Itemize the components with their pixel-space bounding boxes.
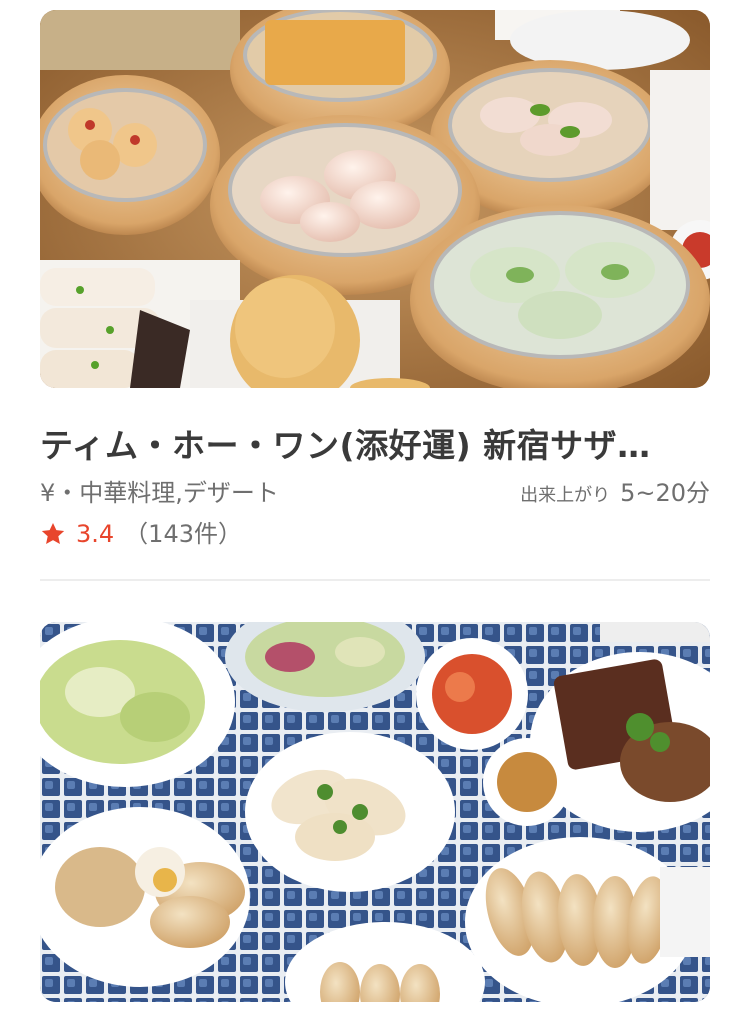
rating-value: 3.4	[76, 520, 115, 548]
restaurant-photo[interactable]	[40, 622, 710, 1002]
review-count: （143件）	[124, 520, 242, 548]
eta-label: 出来上がり	[520, 485, 611, 506]
dim-sum-photo	[40, 10, 710, 388]
star-icon	[41, 522, 65, 544]
rating-row: 3.4 （143件）	[40, 519, 710, 549]
restaurant-card[interactable]: ティム・ホー・ワン(添好運) 新宿サザ… ¥・中華料理,デザート 出来上がり 5~…	[40, 10, 710, 549]
gyoza-photo	[40, 622, 710, 1002]
restaurant-meta-row: ¥・中華料理,デザート 出来上がり 5~20分	[40, 478, 710, 508]
restaurant-card[interactable]	[40, 622, 710, 1002]
price-cuisine: ¥・中華料理,デザート	[40, 479, 279, 507]
eta-value: 5~20分	[620, 479, 710, 507]
restaurant-name[interactable]: ティム・ホー・ワン(添好運) 新宿サザ…	[40, 426, 710, 466]
card-divider	[40, 579, 710, 581]
restaurant-photo[interactable]	[40, 10, 710, 388]
delivery-eta: 出来上がり 5~20分	[520, 478, 710, 511]
